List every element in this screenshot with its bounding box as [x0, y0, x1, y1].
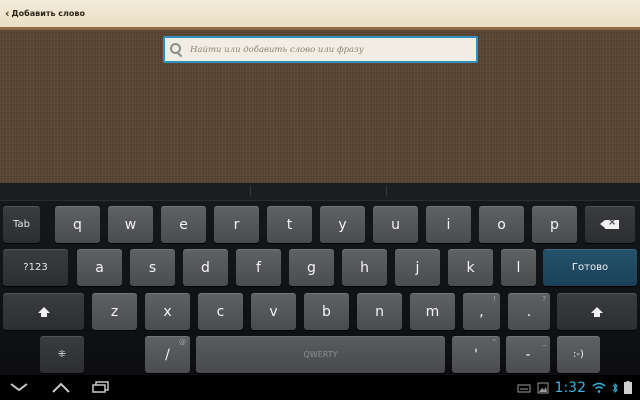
key-period-label: . [526, 303, 532, 320]
key-comma-label: , [479, 303, 484, 320]
key-o[interactable]: o [479, 206, 524, 243]
shift-icon [591, 306, 603, 317]
key-a[interactable]: a [77, 249, 122, 286]
key-k[interactable]: k [448, 249, 493, 286]
shift-key-left[interactable] [3, 293, 84, 330]
key-l[interactable]: l [501, 249, 536, 286]
battery-icon [624, 381, 632, 394]
chevron-left-icon: ‹ [5, 7, 10, 20]
suggestion-strip [0, 183, 640, 201]
content-area [0, 30, 640, 183]
key-h[interactable]: h [342, 249, 387, 286]
key-d[interactable]: d [183, 249, 228, 286]
key-apostrophe-label: ' [474, 346, 478, 363]
status-area[interactable]: 1:32 [517, 377, 632, 398]
key-apostrophe-hint: " [492, 338, 496, 346]
system-navbar: 1:32 [0, 375, 640, 400]
key-j[interactable]: j [395, 249, 440, 286]
key-c[interactable]: c [198, 293, 243, 330]
key-i[interactable]: i [426, 206, 471, 243]
shift-icon [37, 306, 50, 317]
search-box[interactable] [163, 36, 478, 63]
key-r[interactable]: r [214, 206, 259, 243]
back-icon [10, 383, 28, 392]
page-title: Добавить слово [11, 9, 85, 18]
key-x[interactable]: x [145, 293, 190, 330]
symbols-key[interactable]: ?123 [3, 249, 68, 286]
space-key[interactable]: QWERTY [196, 336, 445, 373]
key-apostrophe[interactable]: ' " [452, 336, 500, 373]
key-period-hint: ? [542, 295, 546, 303]
wifi-icon [592, 382, 606, 393]
key-p[interactable]: p [532, 206, 577, 243]
key-e[interactable]: e [161, 206, 206, 243]
key-slash[interactable]: / @ [145, 336, 190, 373]
key-z[interactable]: z [92, 293, 137, 330]
key-u[interactable]: u [373, 206, 418, 243]
nav-recents-button[interactable] [90, 379, 112, 395]
key-b[interactable]: b [304, 293, 349, 330]
key-v[interactable]: v [251, 293, 296, 330]
key-y[interactable]: y [320, 206, 365, 243]
shift-key-right[interactable] [557, 293, 637, 330]
search-input[interactable] [188, 43, 462, 56]
nav-home-button[interactable] [50, 379, 72, 395]
tab-key[interactable]: Tab [3, 206, 40, 243]
action-bar: ‹ Добавить слово [0, 0, 640, 30]
key-n[interactable]: n [357, 293, 402, 330]
key-m[interactable]: m [410, 293, 455, 330]
key-dash-hint: _ [542, 338, 547, 346]
nav-back-button[interactable] [8, 379, 30, 395]
key-comma[interactable]: , ! [463, 293, 500, 330]
keyboard-icon [517, 384, 531, 392]
key-g[interactable]: g [289, 249, 334, 286]
key-s[interactable]: s [130, 249, 175, 286]
backspace-key[interactable] [585, 206, 635, 243]
key-dash-label: - [525, 346, 531, 363]
clock: 1:32 [554, 379, 586, 396]
soft-keyboard: Tab q w e r t y u i o p ?123 a s d f g h… [0, 183, 640, 375]
key-period[interactable]: . ? [508, 293, 550, 330]
back-button[interactable]: ‹ Добавить слово [5, 7, 85, 20]
done-key[interactable]: Готово [543, 249, 637, 286]
home-icon [52, 382, 70, 393]
key-dash[interactable]: - _ [506, 336, 550, 373]
gallery-icon [537, 382, 549, 393]
smiley-key[interactable]: :-) [557, 336, 600, 373]
key-slash-label: / [165, 346, 170, 363]
key-q[interactable]: q [55, 206, 100, 243]
backspace-icon [600, 217, 619, 229]
key-f[interactable]: f [236, 249, 281, 286]
settings-key[interactable]: ⁜ [40, 336, 84, 373]
key-w[interactable]: w [108, 206, 153, 243]
bluetooth-icon [612, 382, 618, 393]
key-comma-hint: ! [493, 295, 496, 303]
recents-icon [92, 381, 109, 393]
key-t[interactable]: t [267, 206, 312, 243]
search-icon [170, 42, 184, 57]
key-slash-hint: @ [179, 338, 186, 346]
